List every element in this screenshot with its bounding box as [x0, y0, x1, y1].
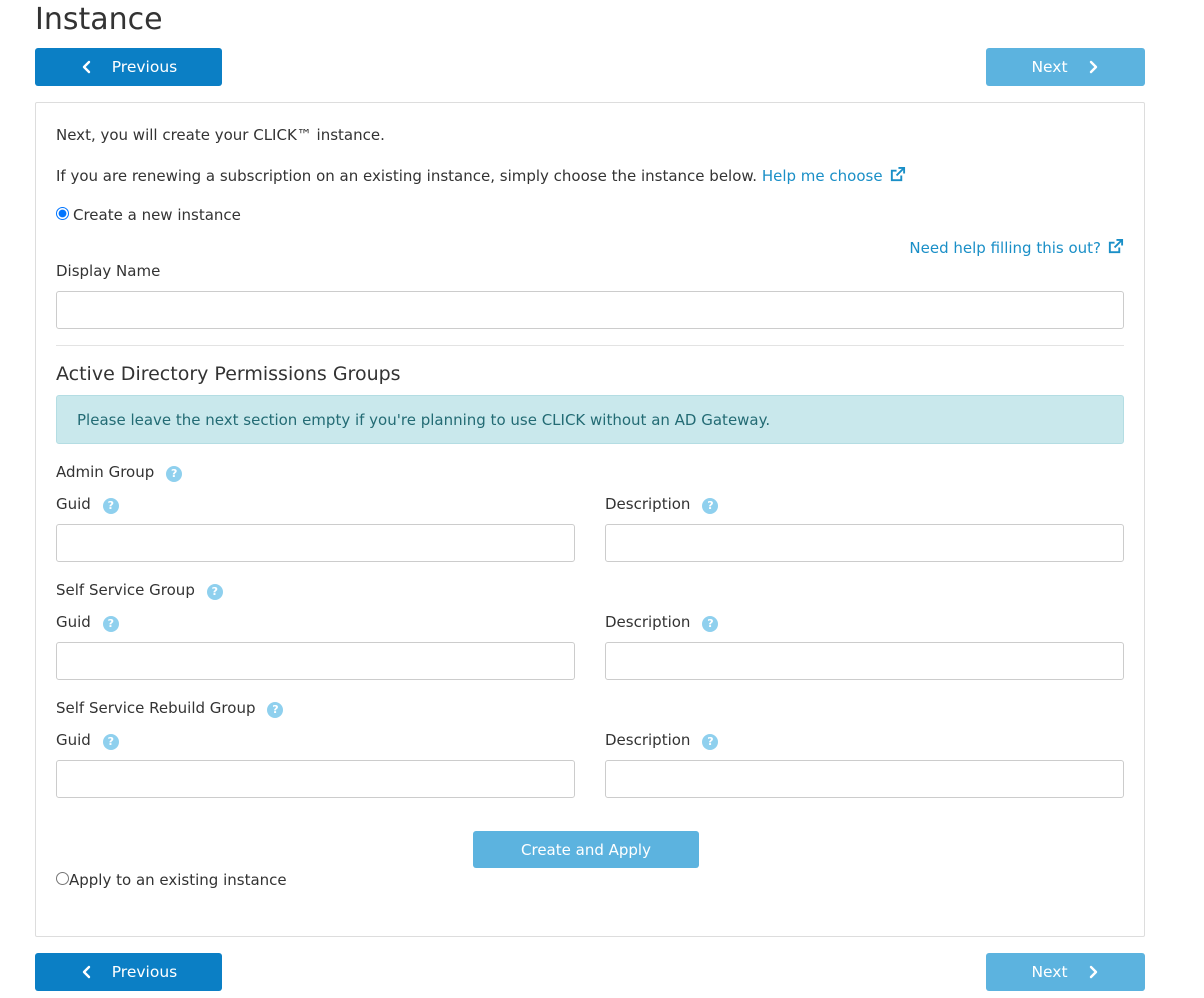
intro-text: Next, you will create your CLICK™ instan…: [56, 126, 385, 144]
page-title: Instance: [35, 2, 163, 37]
chevron-left-icon: [82, 60, 90, 74]
display-name-label: Display Name: [56, 262, 161, 280]
question-circle-icon[interactable]: ?: [102, 616, 119, 632]
admin-description-label: Description?: [605, 495, 719, 514]
external-link-icon: [890, 166, 905, 182]
admin-description-label-text: Description: [605, 495, 691, 513]
self-service-guid-input[interactable]: [56, 642, 575, 680]
need-help-label: Need help filling this out?: [909, 239, 1101, 257]
admin-group-label: Admin Group?: [56, 463, 183, 482]
question-circle-icon[interactable]: ?: [206, 584, 223, 600]
ad-gateway-alert-text: Please leave the next section empty if y…: [77, 410, 771, 429]
next-button-label: Next: [1031, 963, 1068, 981]
rebuild-guid-label: Guid?: [56, 731, 119, 750]
renew-info: If you are renewing a subscription on an…: [56, 166, 906, 185]
self-service-group-label: Self Service Group?: [56, 581, 223, 600]
question-circle-icon[interactable]: ?: [702, 616, 719, 632]
next-button[interactable]: Next: [986, 48, 1145, 86]
admin-guid-label: Guid?: [56, 495, 119, 514]
rebuild-group-label: Self Service Rebuild Group?: [56, 699, 284, 718]
rebuild-guid-input[interactable]: [56, 760, 575, 798]
rebuild-description-label: Description?: [605, 731, 719, 750]
rebuild-guid-label-text: Guid: [56, 731, 91, 749]
create-new-label: Create a new instance: [73, 206, 241, 224]
apply-existing-radio[interactable]: [56, 872, 69, 885]
question-circle-icon[interactable]: ?: [166, 466, 183, 482]
self-service-guid-label-text: Guid: [56, 613, 91, 631]
chevron-left-icon: [82, 965, 90, 979]
help-me-choose-link[interactable]: Help me choose: [761, 166, 906, 185]
previous-button-label: Previous: [111, 963, 178, 981]
rebuild-description-label-text: Description: [605, 731, 691, 749]
question-circle-icon[interactable]: ?: [102, 498, 119, 514]
chevron-right-icon: [1089, 60, 1097, 74]
question-circle-icon[interactable]: ?: [102, 734, 119, 750]
next-button-bottom[interactable]: Next: [986, 953, 1145, 991]
chevron-right-icon: [1089, 965, 1097, 979]
instance-panel: Next, you will create your CLICK™ instan…: [35, 102, 1145, 937]
admin-guid-input[interactable]: [56, 524, 575, 562]
admin-description-input[interactable]: [605, 524, 1124, 562]
create-and-apply-button[interactable]: Create and Apply: [473, 831, 699, 868]
help-me-choose-label: Help me choose: [761, 167, 883, 185]
self-service-description-label: Description?: [605, 613, 719, 632]
ad-section-heading: Active Directory Permissions Groups: [56, 363, 401, 385]
admin-group-label-text: Admin Group: [56, 463, 155, 481]
self-service-description-input[interactable]: [605, 642, 1124, 680]
question-circle-icon[interactable]: ?: [702, 498, 719, 514]
previous-button-bottom[interactable]: Previous: [35, 953, 222, 991]
display-name-input[interactable]: [56, 291, 1124, 329]
question-circle-icon[interactable]: ?: [702, 734, 719, 750]
renew-info-text: If you are renewing a subscription on an…: [56, 167, 758, 185]
next-button-label: Next: [1031, 58, 1068, 76]
rebuild-description-input[interactable]: [605, 760, 1124, 798]
self-service-guid-label: Guid?: [56, 613, 119, 632]
apply-existing-label: Apply to an existing instance: [69, 871, 287, 889]
self-service-description-label-text: Description: [605, 613, 691, 631]
ad-gateway-alert: Please leave the next section empty if y…: [56, 395, 1124, 444]
self-service-group-label-text: Self Service Group: [56, 581, 195, 599]
external-link-icon: [1108, 238, 1124, 254]
question-circle-icon[interactable]: ?: [267, 702, 284, 718]
rebuild-group-label-text: Self Service Rebuild Group: [56, 699, 256, 717]
create-new-radio[interactable]: [56, 207, 69, 220]
need-help-link[interactable]: Need help filling this out?: [909, 238, 1124, 257]
admin-guid-label-text: Guid: [56, 495, 91, 513]
previous-button-label: Previous: [111, 58, 178, 76]
section-divider: [56, 345, 1124, 346]
previous-button[interactable]: Previous: [35, 48, 222, 86]
